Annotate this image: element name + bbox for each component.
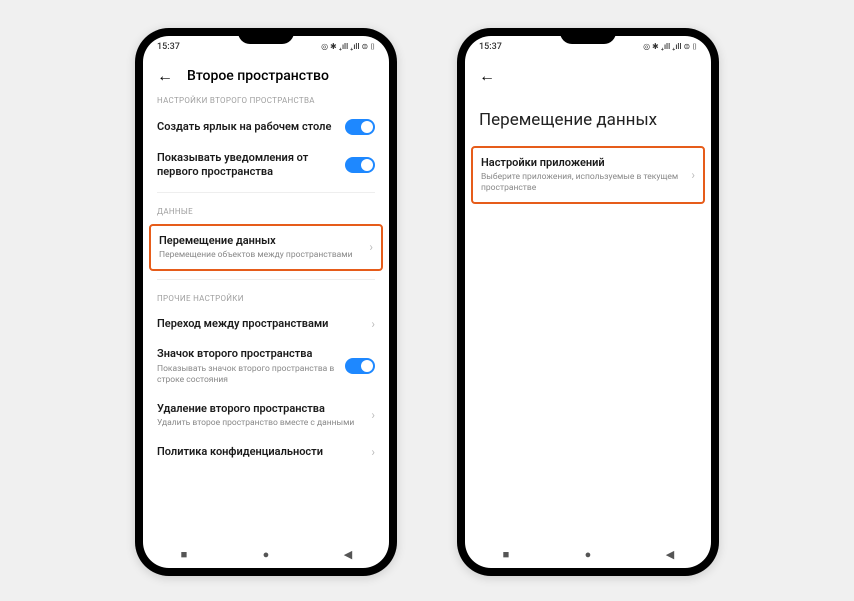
back-icon[interactable]: ← — [479, 66, 495, 86]
toggle-second-space-icon[interactable] — [345, 358, 375, 374]
nav-bar: ■ ● ◀ — [143, 540, 389, 568]
app-header: ← Второе пространство — [143, 58, 389, 92]
toggle-shortcut[interactable] — [345, 119, 375, 135]
row-title: Значок второго пространства — [157, 347, 337, 361]
row-subtitle: Удалить второе пространство вместе с дан… — [157, 418, 363, 429]
row-delete-space[interactable]: Удаление второго пространства Удалить вт… — [157, 394, 375, 437]
nav-recent-icon[interactable]: ■ — [178, 548, 190, 560]
content-area: НАСТРОЙКИ ВТОРОГО ПРОСТРАНСТВА Создать я… — [143, 92, 389, 540]
status-icons: ◎ ✱ ₊ıll ₊ıll ⊜ ⌷ — [643, 42, 697, 52]
status-time: 15:37 — [479, 42, 502, 52]
nav-home-icon[interactable]: ● — [260, 548, 272, 560]
status-time: 15:37 — [157, 42, 180, 52]
row-title: Удаление второго пространства — [157, 402, 363, 416]
row-subtitle: Перемещение объектов между пространствам… — [159, 250, 361, 261]
section-label-settings: НАСТРОЙКИ ВТОРОГО ПРОСТРАНСТВА — [157, 92, 375, 111]
section-label-other: ПРОЧИЕ НАСТРОЙКИ — [157, 279, 375, 309]
toggle-notifications[interactable] — [345, 157, 375, 173]
row-subtitle: Выберите приложения, используемые в теку… — [481, 172, 683, 194]
chevron-icon: › — [371, 317, 375, 331]
page-title: Второе пространство — [187, 68, 329, 84]
highlight-app-settings: Настройки приложений Выберите приложения… — [471, 146, 705, 204]
content-area: Настройки приложений Выберите приложения… — [465, 144, 711, 540]
row-title: Создать ярлык на рабочем столе — [157, 120, 337, 134]
row-title: Перемещение данных — [159, 234, 361, 248]
status-icons: ◎ ✱ ₊ıll ₊ıll ⊜ ⌷ — [321, 42, 375, 52]
screen-left: 15:37 ◎ ✱ ₊ıll ₊ıll ⊜ ⌷ ← Второе простра… — [143, 36, 389, 568]
row-app-settings[interactable]: Настройки приложений Выберите приложения… — [481, 154, 695, 196]
app-header: ← — [465, 58, 711, 92]
notch — [560, 28, 616, 44]
nav-back-icon[interactable]: ◀ — [342, 548, 354, 560]
notch — [238, 28, 294, 44]
row-subtitle: Показывать значок второго пространства в… — [157, 364, 337, 386]
row-move-data[interactable]: Перемещение данных Перемещение объектов … — [159, 232, 373, 263]
page-big-title: Перемещение данных — [465, 92, 711, 144]
row-title: Показывать уведомления от первого простр… — [157, 151, 337, 180]
phone-left: 15:37 ◎ ✱ ₊ıll ₊ıll ⊜ ⌷ ← Второе простра… — [135, 28, 397, 576]
back-icon[interactable]: ← — [157, 66, 173, 86]
highlight-move-data: Перемещение данных Перемещение объектов … — [149, 224, 383, 271]
chevron-icon: › — [691, 168, 695, 182]
nav-bar: ■ ● ◀ — [465, 540, 711, 568]
row-shortcut[interactable]: Создать ярлык на рабочем столе — [157, 111, 375, 143]
row-notifications[interactable]: Показывать уведомления от первого простр… — [157, 143, 375, 188]
nav-back-icon[interactable]: ◀ — [664, 548, 676, 560]
phone-right: 15:37 ◎ ✱ ₊ıll ₊ıll ⊜ ⌷ ← Перемещение да… — [457, 28, 719, 576]
section-label-data: ДАННЫЕ — [157, 192, 375, 222]
row-title: Переход между пространствами — [157, 317, 363, 331]
nav-home-icon[interactable]: ● — [582, 548, 594, 560]
chevron-icon: › — [371, 408, 375, 422]
row-second-space-icon[interactable]: Значок второго пространства Показывать з… — [157, 339, 375, 393]
chevron-icon: › — [371, 445, 375, 459]
row-privacy-policy[interactable]: Политика конфиденциальности › — [157, 437, 375, 467]
row-switch-spaces[interactable]: Переход между пространствами › — [157, 309, 375, 339]
row-title: Политика конфиденциальности — [157, 445, 363, 459]
row-title: Настройки приложений — [481, 156, 683, 170]
screen-right: 15:37 ◎ ✱ ₊ıll ₊ıll ⊜ ⌷ ← Перемещение да… — [465, 36, 711, 568]
chevron-icon: › — [369, 240, 373, 254]
nav-recent-icon[interactable]: ■ — [500, 548, 512, 560]
